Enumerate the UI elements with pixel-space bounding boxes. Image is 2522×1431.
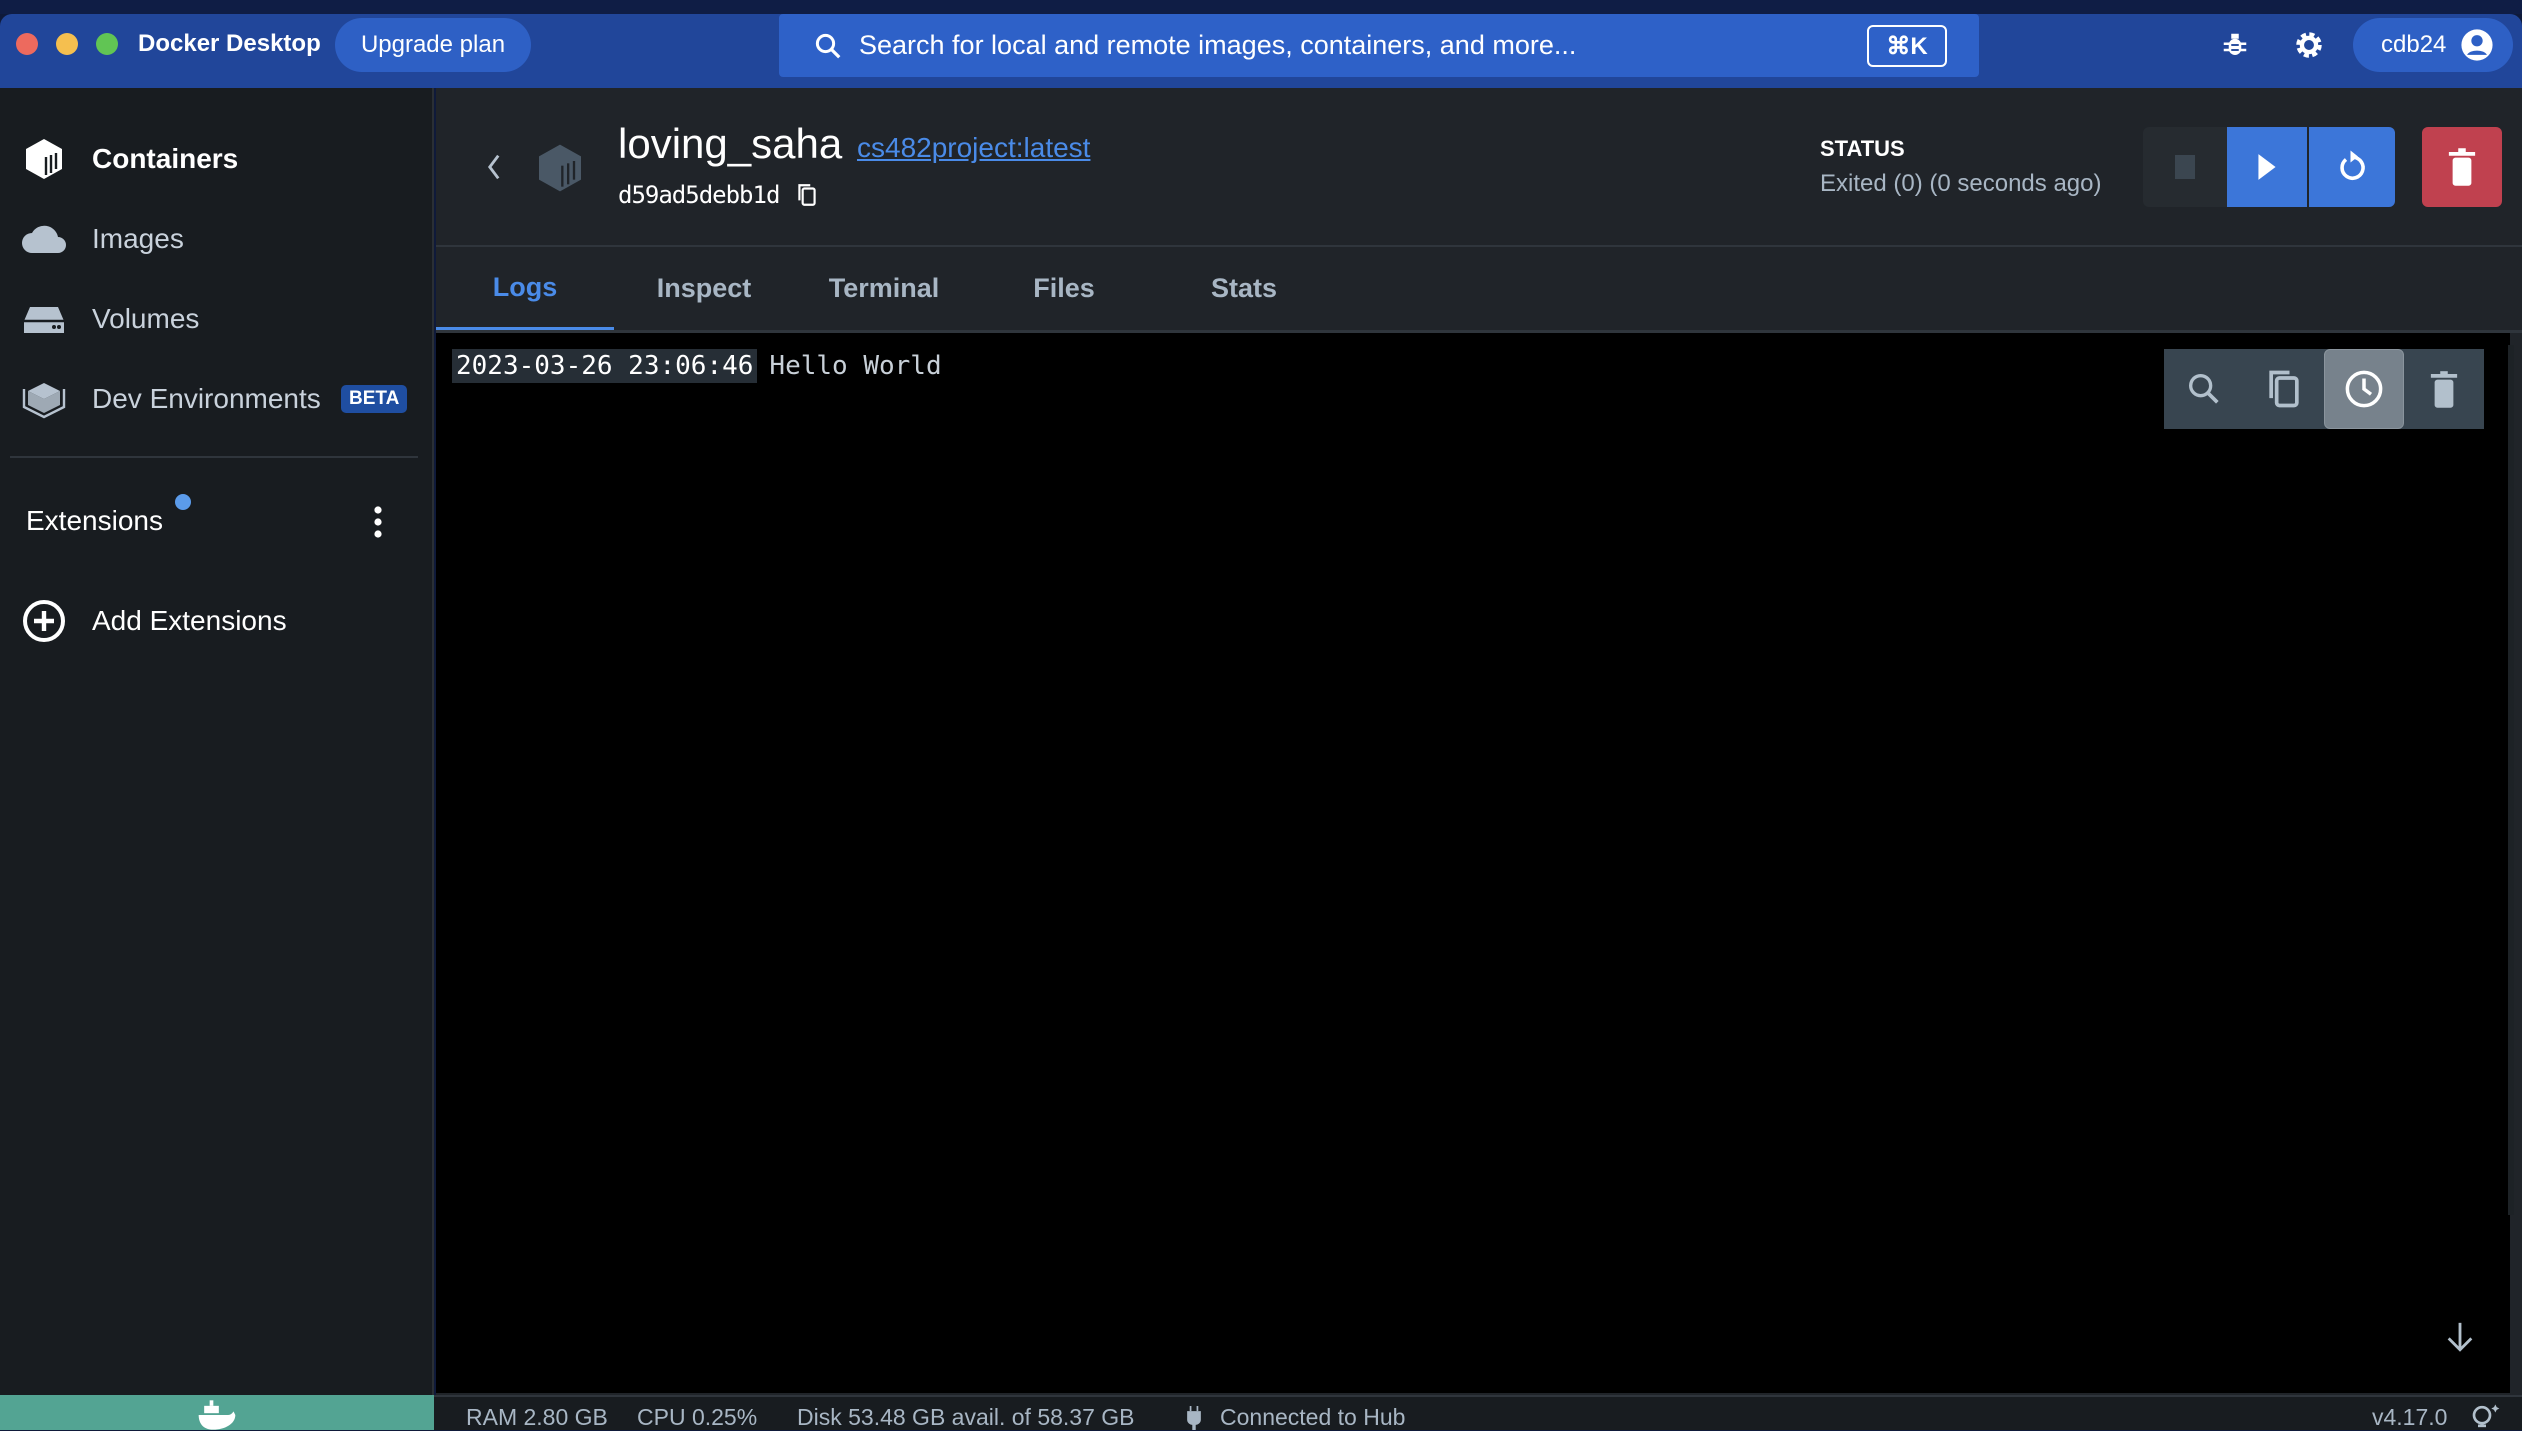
upgrade-plan-button[interactable]: Upgrade plan [335,18,531,72]
sidebar-item-containers[interactable]: Containers [0,129,434,189]
tab-logs[interactable]: Logs [436,247,614,332]
copy-icon[interactable] [796,182,818,208]
search-shortcut: ⌘K [1867,25,1947,67]
sidebar-item-label: Volumes [92,303,200,334]
volume-icon [24,307,64,333]
docker-whale-icon [198,1400,236,1430]
tab-inspect[interactable]: Inspect [614,247,794,330]
sidebar [0,88,434,1395]
back-chevron-icon[interactable] [480,150,508,184]
sidebar-item-images[interactable]: Images [0,209,434,269]
engine-status[interactable] [0,1395,434,1430]
window-close-button[interactable] [16,33,38,55]
cpu-usage: CPU 0.25% [637,1404,758,1430]
clear-logs-button[interactable] [2404,349,2484,429]
version: v4.17.0 [2372,1404,2448,1430]
container-icon [26,139,62,179]
log-toolbar [2164,349,2484,429]
copy-icon [2269,370,2299,408]
search-icon [815,33,841,59]
background-window-strip [0,0,2522,14]
clock-icon [2345,370,2383,408]
sidebar-item-label: Containers [92,143,239,174]
trash-icon [2430,371,2458,408]
copy-logs-button[interactable] [2244,349,2324,429]
search-placeholder: Search for local and remote images, cont… [859,30,1577,60]
play-icon [2258,154,2276,180]
log-output[interactable] [436,333,2510,1393]
account-button[interactable]: cdb24 [2353,18,2513,72]
ram-usage: RAM 2.80 GB [466,1404,608,1430]
search-icon [2189,374,2219,404]
sidebar-item-label: Add Extensions [92,605,287,636]
container-name: loving_saha [618,120,843,167]
restart-button[interactable] [2309,127,2395,207]
disk-usage: Disk 53.48 GB avail. of 58.37 GB [797,1404,1135,1430]
sidebar-item-label: Images [92,223,184,254]
scroll-to-bottom-icon[interactable] [2443,1318,2477,1356]
toggle-timestamps-button[interactable] [2324,349,2404,429]
cloud-icon [22,225,66,253]
window-zoom-button[interactable] [96,33,118,55]
notification-dot [175,494,191,510]
restart-icon [2340,150,2365,180]
stop-icon [2175,155,2195,179]
tab-files[interactable]: Files [974,247,1154,330]
extensions-heading[interactable]: Extensions [26,505,163,537]
app-name: Docker Desktop [138,30,321,57]
plus-circle-icon [23,600,65,642]
sidebar-divider [10,456,418,458]
beta-badge: BETA [341,385,408,413]
image-link[interactable]: cs482project:latest [857,132,1090,164]
log-scrollbar[interactable] [2508,345,2514,1215]
search-logs-button[interactable] [2164,349,2244,429]
search-bar[interactable]: Search for local and remote images, cont… [779,14,1979,77]
bug-icon[interactable] [2220,30,2250,60]
tab-terminal[interactable]: Terminal [794,247,974,330]
dev-env-icon [22,383,66,419]
tab-stats[interactable]: Stats [1154,247,1334,330]
container-icon [539,144,581,192]
trash-icon [2448,148,2476,186]
tips-lightbulb-icon[interactable] [2470,1403,2502,1430]
log-message: Hello World [769,351,942,381]
status-value: Exited (0) (0 seconds ago) [1820,170,2102,197]
window-minimize-button[interactable] [56,33,78,55]
plug-icon [1187,1406,1201,1430]
status-label: STATUS [1820,136,1905,161]
container-id: d59ad5debb1d [618,181,780,209]
log-timestamp: 2023-03-26 23:06:46 [452,349,758,383]
username: cdb24 [2381,31,2447,58]
sidebar-item-dev-environments[interactable]: Dev Environments BETA [0,369,434,429]
kebab-menu-icon[interactable] [366,504,390,540]
account-icon [2461,29,2493,61]
sidebar-item-volumes[interactable]: Volumes [0,289,434,349]
gear-icon[interactable] [2292,28,2326,62]
delete-button[interactable] [2422,127,2502,207]
start-button[interactable] [2227,127,2307,207]
log-line: 2023-03-26 23:06:46 Hello World [452,349,942,383]
sidebar-item-label: Dev Environments [92,383,321,414]
add-extensions-button[interactable]: Add Extensions [0,591,434,651]
hub-connection: Connected to Hub [1220,1404,1406,1430]
stop-button[interactable] [2143,127,2227,207]
